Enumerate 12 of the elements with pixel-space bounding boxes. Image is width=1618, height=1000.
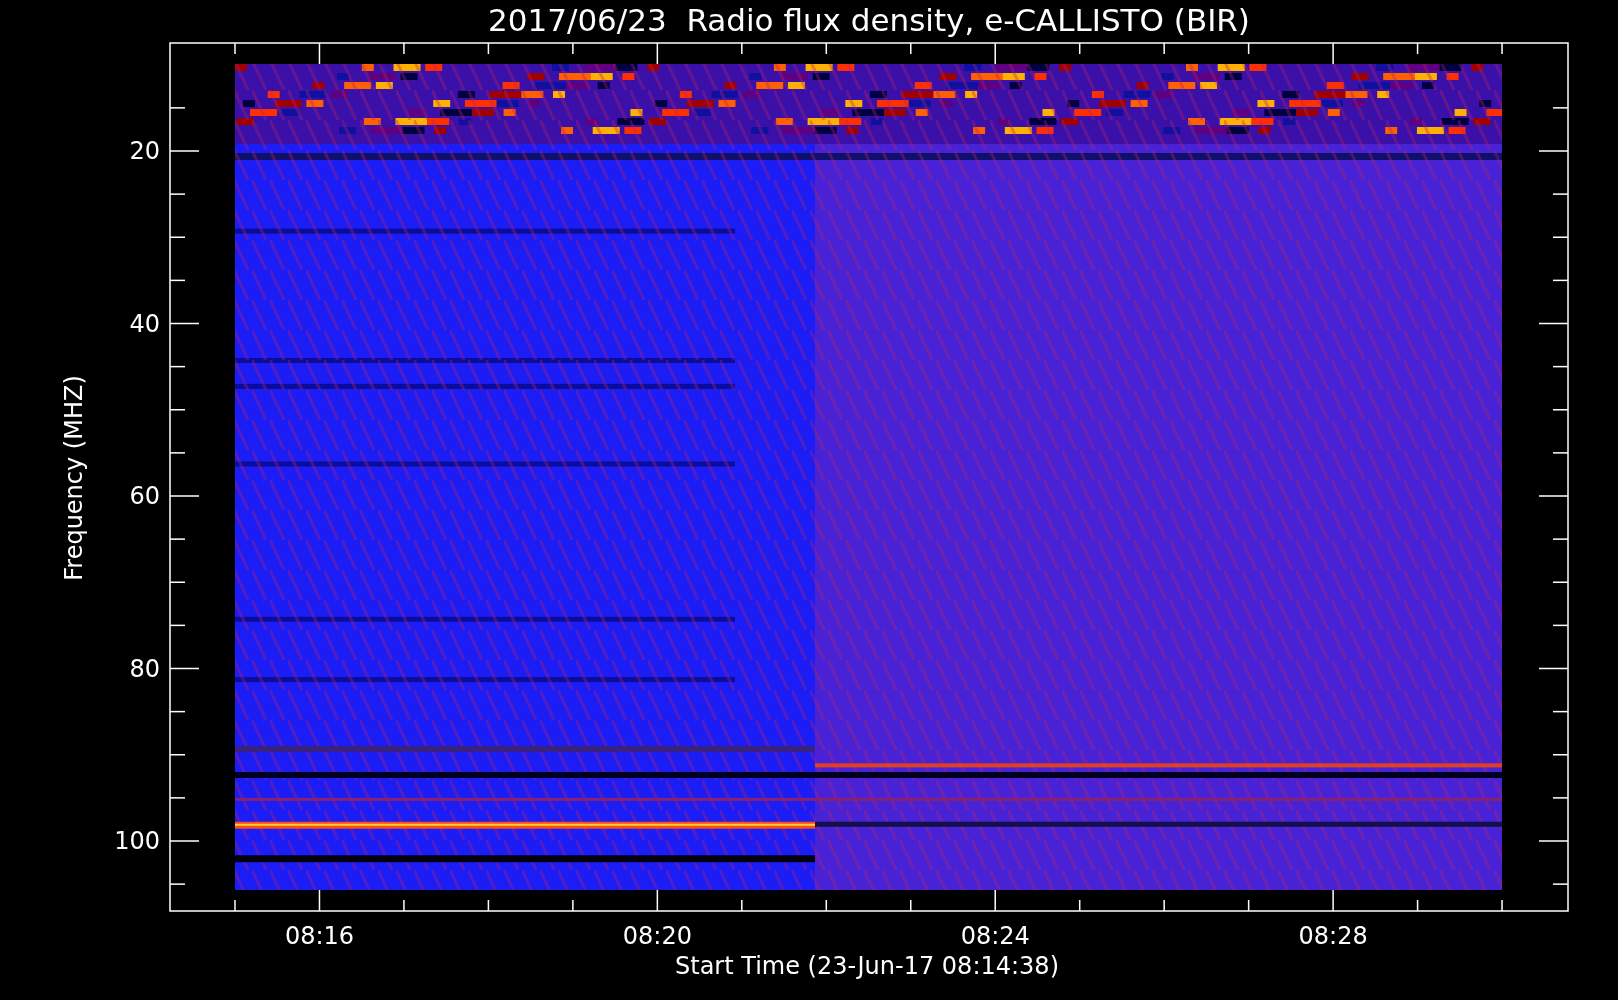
y-axis-label: Frequency (MHZ) [60, 375, 88, 581]
chart-title: 2017/06/23 Radio flux density, e-CALLISTO (BIR) [488, 2, 1250, 38]
y-tick-label: 40 [129, 309, 160, 338]
x-axis-label: Start Time (23-Jun-17 08:14:38) [675, 952, 1059, 980]
x-tick-label: 08:24 [960, 922, 1030, 950]
x-tick-label: 08:16 [284, 922, 355, 950]
x-tick-label: 08:28 [1298, 922, 1368, 950]
y-tick-label: 20 [129, 137, 160, 165]
x-tick-label: 08:20 [622, 922, 692, 950]
y-tick-label: 60 [129, 482, 160, 510]
y-tick-label: 80 [129, 654, 160, 683]
y-tick-label: 100 [114, 827, 160, 855]
